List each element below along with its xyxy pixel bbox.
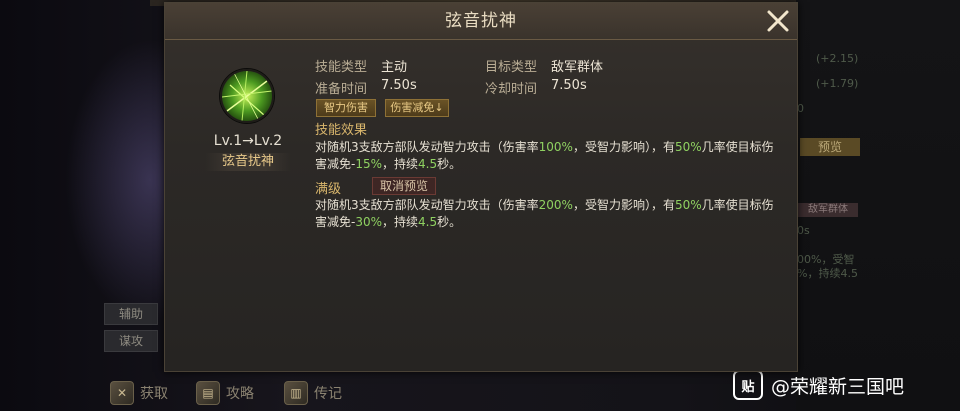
level-text: Lv.1→Lv.2 (213, 133, 283, 149)
background-stat: 0 (797, 102, 804, 115)
background-text: 0s (797, 224, 810, 237)
tieba-icon: 贴 (733, 370, 763, 400)
skill-detail-dialog: 弦音扰神 Lv.1→Lv.2 弦音扰神 技能类型 主动 目标类型 敌军群体 准备… (164, 2, 798, 372)
guide-label: 攻略 (226, 386, 254, 402)
prep-time-value: 7.50s (381, 78, 417, 93)
green-light-beams-skill-icon (222, 71, 272, 121)
guide-button[interactable]: ▤ 攻略 (196, 381, 254, 405)
book-icon: ▤ (196, 381, 220, 405)
target-type-value: 敌军群体 (551, 60, 604, 75)
cooldown-value: 7.50s (551, 78, 587, 93)
tag-intelligence-damage: 智力伤害 (316, 99, 376, 117)
strategy-attack-button[interactable]: 谋攻 (104, 330, 158, 352)
close-button[interactable] (765, 8, 791, 34)
max-level-description: 对随机3支敌方部队发动智力攻击（伤害率200%，受智力影响），有50%几率使目标… (315, 198, 774, 229)
background-preview-button[interactable]: 预览 (800, 138, 860, 156)
skill-name: 弦音扰神 (205, 153, 291, 171)
scroll-icon: ▥ (284, 381, 308, 405)
max-level-label: 满级 (315, 182, 342, 197)
dialog-title: 弦音扰神 (445, 11, 517, 31)
background-text: %，持续4.5 (797, 267, 858, 280)
assist-button[interactable]: 辅助 (104, 303, 158, 325)
cancel-preview-button[interactable]: 取消预览 (372, 177, 436, 195)
obtain-icon: ✕ (110, 381, 134, 405)
background-stat: (+2.15) (816, 52, 859, 65)
skill-type-value: 主动 (381, 60, 408, 75)
obtain-label: 获取 (140, 386, 168, 402)
target-type-label: 目标类型 (485, 60, 538, 75)
biography-label: 传记 (314, 386, 342, 402)
obtain-button[interactable]: ✕ 获取 (110, 381, 168, 405)
biography-button[interactable]: ▥ 传记 (284, 381, 342, 405)
skill-effect-description: 对随机3支敌方部队发动智力攻击（伤害率100%，受智力影响），有50%几率使目标… (315, 140, 774, 171)
skill-icon (220, 69, 274, 123)
cooldown-label: 冷却时间 (485, 82, 538, 97)
watermark: 贴 @荣耀新三国吧 (733, 370, 904, 400)
prep-time-label: 准备时间 (315, 82, 368, 97)
skill-effect-label: 技能效果 (315, 123, 368, 138)
background-stat: (+1.79) (816, 77, 859, 90)
close-x-icon (767, 10, 789, 32)
background-target-tag: 敌军群体 (798, 203, 858, 217)
tag-damage-reduction-down: 伤害减免↓ (385, 99, 449, 117)
skill-type-label: 技能类型 (315, 60, 368, 75)
watermark-text: @荣耀新三国吧 (771, 375, 905, 398)
